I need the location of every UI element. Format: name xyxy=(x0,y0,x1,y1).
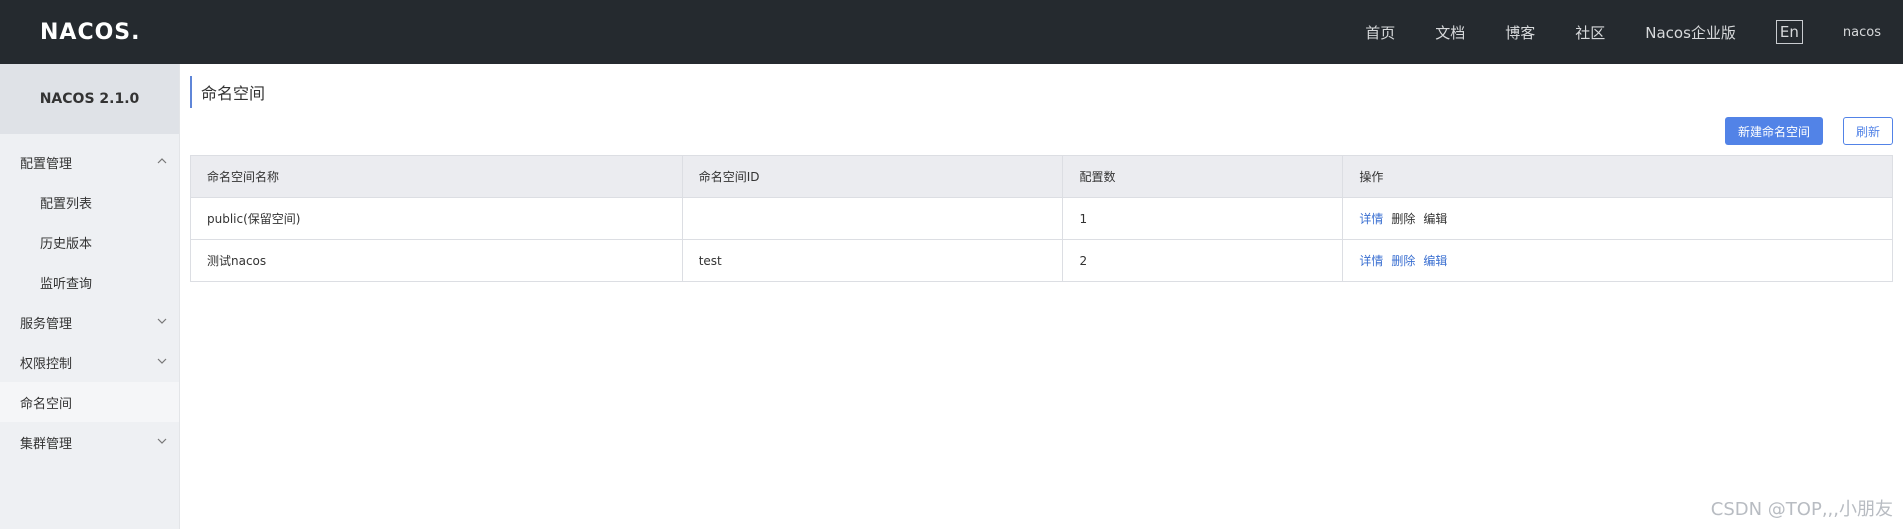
refresh-button[interactable]: 刷新 xyxy=(1843,117,1893,145)
sidebar-item[interactable]: 配置列表 xyxy=(0,182,179,222)
nav-blog[interactable]: 博客 xyxy=(1505,22,1535,43)
sidebar-item[interactable]: 集群管理 xyxy=(0,422,179,462)
create-namespace-button[interactable]: 新建命名空间 xyxy=(1725,117,1823,145)
sidebar-item-label: 权限控制 xyxy=(20,356,73,372)
edit-link: 编辑 xyxy=(1423,212,1448,226)
cell-operations: 详情 删除 编辑 xyxy=(1342,239,1893,282)
logo-dot: . xyxy=(131,19,140,45)
sidebar-item-label: 配置管理 xyxy=(20,156,73,172)
language-toggle[interactable]: En xyxy=(1775,20,1803,44)
edit-link[interactable]: 编辑 xyxy=(1423,254,1447,268)
table-row: public(保留空间) 1 详情 删除 编辑 xyxy=(190,197,1893,240)
chevron-down-icon xyxy=(157,318,167,324)
cell-config-count: 2 xyxy=(1062,239,1344,282)
logo-text: NACOS xyxy=(40,19,132,45)
delete-link[interactable]: 删除 xyxy=(1391,254,1415,268)
sidebar-menu: 配置管理配置列表历史版本监听查询服务管理权限控制命名空间集群管理 xyxy=(0,142,179,462)
header-config-count: 配置数 xyxy=(1062,155,1344,198)
header-operations: 操作 xyxy=(1342,155,1893,198)
cell-namespace-name: 测试nacos xyxy=(190,239,683,282)
nav-docs[interactable]: 文档 xyxy=(1435,22,1465,43)
nacos-logo[interactable]: NACOS. xyxy=(40,18,140,46)
detail-link[interactable]: 详情 xyxy=(1359,254,1383,268)
main-content: 命名空间 新建命名空间 刷新 命名空间名称 命名空间ID 配置数 操作 publ… xyxy=(190,64,1893,529)
sidebar: NACOS 2.1.0 配置管理配置列表历史版本监听查询服务管理权限控制命名空间… xyxy=(0,64,180,529)
cell-config-count: 1 xyxy=(1062,197,1344,240)
sidebar-item-label: 服务管理 xyxy=(20,316,73,332)
top-nav: 首页 文档 博客 社区 Nacos企业版 En nacos xyxy=(1365,0,1903,64)
chevron-down-icon xyxy=(157,438,167,444)
page-title: 命名空间 xyxy=(190,76,265,108)
sidebar-item-label: 集群管理 xyxy=(20,436,73,452)
version-label: NACOS 2.1.0 xyxy=(0,64,179,134)
sidebar-item[interactable]: 历史版本 xyxy=(0,222,179,262)
cell-namespace-id: test xyxy=(681,239,1064,282)
sidebar-item-label: 配置列表 xyxy=(40,196,93,212)
delete-link: 删除 xyxy=(1391,212,1416,226)
sidebar-item-label: 历史版本 xyxy=(40,236,93,252)
nav-enterprise[interactable]: Nacos企业版 xyxy=(1645,22,1736,43)
sidebar-item[interactable]: 命名空间 xyxy=(0,382,179,422)
top-navbar: NACOS. 首页 文档 博客 社区 Nacos企业版 En nacos xyxy=(0,0,1903,64)
cell-namespace-name: public(保留空间) xyxy=(190,197,683,240)
table-header-row: 命名空间名称 命名空间ID 配置数 操作 xyxy=(190,155,1893,198)
table-row: 测试nacos test 2 详情 删除 编辑 xyxy=(190,239,1893,282)
sidebar-item[interactable]: 服务管理 xyxy=(0,302,179,342)
namespace-table: 命名空间名称 命名空间ID 配置数 操作 public(保留空间) 1 详情 删除 编辑… xyxy=(190,155,1893,282)
watermark: CSDN @TOP,,,小朋友 xyxy=(1710,499,1893,520)
sidebar-item[interactable]: 监听查询 xyxy=(0,262,179,302)
detail-link[interactable]: 详情 xyxy=(1359,212,1383,226)
cell-namespace-id xyxy=(681,197,1064,240)
cell-operations: 详情 删除 编辑 xyxy=(1342,197,1893,240)
nav-community[interactable]: 社区 xyxy=(1575,22,1605,43)
sidebar-item-label: 命名空间 xyxy=(20,396,73,412)
nav-home[interactable]: 首页 xyxy=(1365,22,1395,43)
sidebar-item-label: 监听查询 xyxy=(40,276,93,292)
chevron-down-icon xyxy=(157,358,167,364)
sidebar-item[interactable]: 权限控制 xyxy=(0,342,179,382)
header-namespace-name: 命名空间名称 xyxy=(190,155,683,198)
chevron-up-icon xyxy=(157,158,167,164)
user-name[interactable]: nacos xyxy=(1843,25,1881,40)
header-namespace-id: 命名空间ID xyxy=(681,155,1064,198)
table-body: public(保留空间) 1 详情 删除 编辑 测试nacos test 2 详情 删除 编辑 xyxy=(190,197,1893,282)
sidebar-item[interactable]: 配置管理 xyxy=(0,142,179,182)
